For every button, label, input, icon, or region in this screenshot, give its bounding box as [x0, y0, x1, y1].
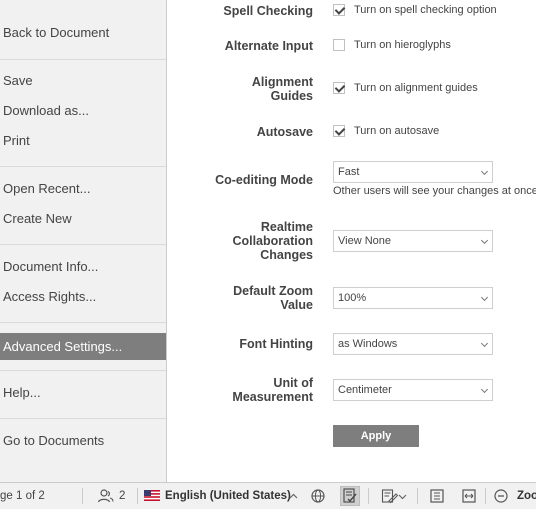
menu-separator — [0, 322, 166, 323]
spell-checking-option[interactable]: Turn on spell checking option — [333, 4, 497, 16]
zoom-out-icon[interactable] — [493, 488, 511, 504]
status-separator — [137, 488, 138, 504]
fit-width-icon[interactable] — [461, 488, 479, 504]
us-flag-icon — [144, 490, 160, 501]
unit-of-measurement-value: Centimeter — [338, 384, 392, 396]
alignment-guides-label-line1: Alignment — [251, 75, 313, 89]
alignment-guides-label-line2: Guides — [270, 89, 313, 103]
menu-back-to-document[interactable]: Back to Document — [0, 19, 166, 47]
autosave-option[interactable]: Turn on autosave — [333, 125, 439, 137]
autosave-label: Autosave — [256, 125, 313, 139]
users-icon[interactable] — [97, 488, 115, 504]
menu-separator — [0, 59, 166, 60]
menu-create-new[interactable]: Create New — [0, 205, 166, 233]
unit-label-line1: Unit of — [273, 376, 313, 390]
font-hinting-value: as Windows — [338, 338, 398, 350]
spell-checking-checkbox[interactable] — [333, 4, 345, 16]
realtime-changes-label-line1: Realtime — [260, 220, 313, 234]
menu-separator — [0, 166, 166, 167]
menu-separator — [0, 418, 166, 419]
menu-download-as[interactable]: Download as... — [0, 97, 166, 125]
realtime-changes-label-line2: Collaboration — [232, 234, 313, 248]
alternate-input-checkbox[interactable] — [333, 39, 345, 51]
menu-access-rights[interactable]: Access Rights... — [0, 283, 166, 311]
zoom-label: Zoo — [517, 490, 536, 502]
menu-save[interactable]: Save — [0, 67, 166, 95]
chevron-down-icon — [480, 385, 489, 394]
spell-check-toggle-icon[interactable] — [340, 486, 360, 506]
users-count: 2 — [119, 490, 126, 502]
unit-of-measurement-label: Unit of Measurement — [167, 376, 313, 404]
menu-go-to-documents[interactable]: Go to Documents — [0, 427, 166, 455]
file-menu-sidebar: Back to Document Save Download as... Pri… — [0, 0, 167, 482]
coediting-mode-select[interactable]: Fast — [333, 161, 493, 183]
realtime-changes-label-line3: Changes — [260, 248, 313, 262]
status-bar: ge 1 of 2 2 English (United States) Zoo — [0, 482, 536, 509]
default-zoom-value: 100% — [338, 292, 367, 304]
globe-icon[interactable] — [310, 488, 328, 504]
page-indicator[interactable]: ge 1 of 2 — [0, 483, 45, 509]
status-separator — [82, 488, 83, 504]
default-zoom-label-line2: Value — [280, 298, 313, 312]
default-zoom-select[interactable]: 100% — [333, 287, 493, 309]
fit-page-icon[interactable] — [429, 488, 447, 504]
realtime-changes-select[interactable]: View None — [333, 230, 493, 252]
font-hinting-label: Font Hinting — [239, 337, 313, 351]
realtime-changes-label: Realtime Collaboration Changes — [167, 220, 313, 262]
font-hinting-select[interactable]: as Windows — [333, 333, 493, 355]
advanced-settings-panel: Spell Checking Turn on spell checking op… — [167, 0, 536, 482]
status-separator — [417, 488, 418, 504]
chevron-down-icon — [480, 236, 489, 245]
menu-help[interactable]: Help... — [0, 379, 166, 407]
unit-label-line2: Measurement — [232, 390, 313, 404]
alternate-input-label: Alternate Input — [224, 39, 313, 53]
autosave-checkbox[interactable] — [333, 125, 345, 137]
alignment-guides-option-label: Turn on alignment guides — [354, 82, 478, 94]
menu-print[interactable]: Print — [0, 127, 166, 155]
alignment-guides-checkbox[interactable] — [333, 82, 345, 94]
status-separator — [485, 488, 486, 504]
apply-button[interactable]: Apply — [333, 425, 419, 447]
chevron-down-icon — [480, 293, 489, 302]
autosave-option-label: Turn on autosave — [354, 125, 440, 137]
alternate-input-option[interactable]: Turn on hieroglyphs — [333, 39, 451, 51]
track-changes-icon[interactable] — [381, 488, 399, 504]
alignment-guides-label: Alignment Guides — [167, 75, 313, 103]
menu-separator — [0, 244, 166, 245]
language-selector[interactable]: English (United States) — [165, 483, 291, 509]
alignment-guides-option[interactable]: Turn on alignment guides — [333, 82, 478, 94]
chevron-down-icon — [480, 339, 489, 348]
coediting-mode-hint: Other users will see your changes at onc… — [333, 185, 536, 197]
chevron-down-icon[interactable] — [398, 492, 407, 501]
menu-separator — [0, 370, 166, 371]
menu-advanced-settings[interactable]: Advanced Settings... — [0, 333, 166, 360]
coediting-mode-label: Co-editing Mode — [215, 173, 313, 187]
coediting-mode-value: Fast — [338, 166, 360, 178]
unit-of-measurement-select[interactable]: Centimeter — [333, 379, 493, 401]
status-separator — [368, 488, 369, 504]
spell-checking-label: Spell Checking — [223, 4, 313, 18]
alternate-input-option-label: Turn on hieroglyphs — [354, 39, 451, 51]
chevron-down-icon — [480, 167, 489, 176]
menu-document-info[interactable]: Document Info... — [0, 253, 166, 281]
spell-checking-option-label: Turn on spell checking option — [354, 4, 497, 16]
default-zoom-label-line1: Default Zoom — [233, 284, 313, 298]
menu-open-recent[interactable]: Open Recent... — [0, 175, 166, 203]
chevron-up-icon[interactable] — [289, 492, 298, 501]
realtime-changes-value: View None — [338, 235, 391, 247]
default-zoom-label: Default Zoom Value — [167, 284, 313, 312]
